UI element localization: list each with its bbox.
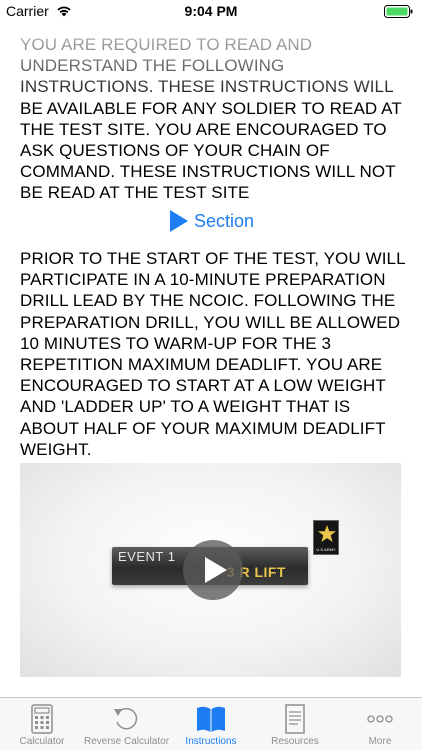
tab-calculator[interactable]: Calculator	[0, 698, 84, 750]
status-bar: Carrier 9:04 PM	[0, 0, 422, 22]
video-play-button[interactable]	[183, 540, 243, 600]
army-logo-text: U.S.ARMY	[316, 547, 336, 552]
tab-more-label: More	[368, 736, 392, 747]
video-event-label: EVENT 1	[118, 549, 176, 564]
tab-more[interactable]: More	[338, 698, 422, 750]
book-icon	[197, 706, 225, 732]
calculator-icon	[31, 704, 53, 734]
section-link[interactable]: Section	[170, 208, 254, 234]
document-icon	[285, 704, 305, 734]
tab-resources-label: Resources	[271, 736, 319, 747]
play-triangle-icon	[170, 210, 188, 232]
army-logo: U.S.ARMY	[313, 520, 339, 555]
tab-resources[interactable]: Resources	[253, 698, 337, 750]
tab-instructions-label: Instructions	[185, 736, 237, 747]
status-time: 9:04 PM	[184, 3, 238, 19]
battery-icon	[384, 5, 413, 18]
army-star-icon	[318, 525, 336, 542]
tab-reverse-calculator-label: Reverse Calculator	[84, 736, 170, 747]
tab-instructions[interactable]: Instructions	[169, 698, 253, 750]
tab-calculator-label: Calculator	[19, 736, 65, 747]
more-dots-icon	[367, 715, 393, 723]
play-icon	[205, 557, 227, 583]
instructions-paragraph-intro: YOU ARE REQUIRED TO READ AND UNDERSTAND …	[20, 35, 402, 203]
instructions-content[interactable]: YOU ARE REQUIRED TO READ AND UNDERSTAND …	[0, 22, 422, 697]
tab-bar: Calculator Reverse Calculator Instructio…	[0, 697, 422, 750]
video-player[interactable]: EVENT 1 3 R LIFT U.S.ARMY	[20, 463, 401, 677]
section-link-label: Section	[194, 210, 255, 231]
instructions-paragraph-preparation: PRIOR TO THE START OF THE TEST, YOU WILL…	[20, 249, 406, 459]
tab-reverse-calculator[interactable]: Reverse Calculator	[84, 698, 170, 750]
reverse-arrow-icon	[114, 707, 138, 730]
